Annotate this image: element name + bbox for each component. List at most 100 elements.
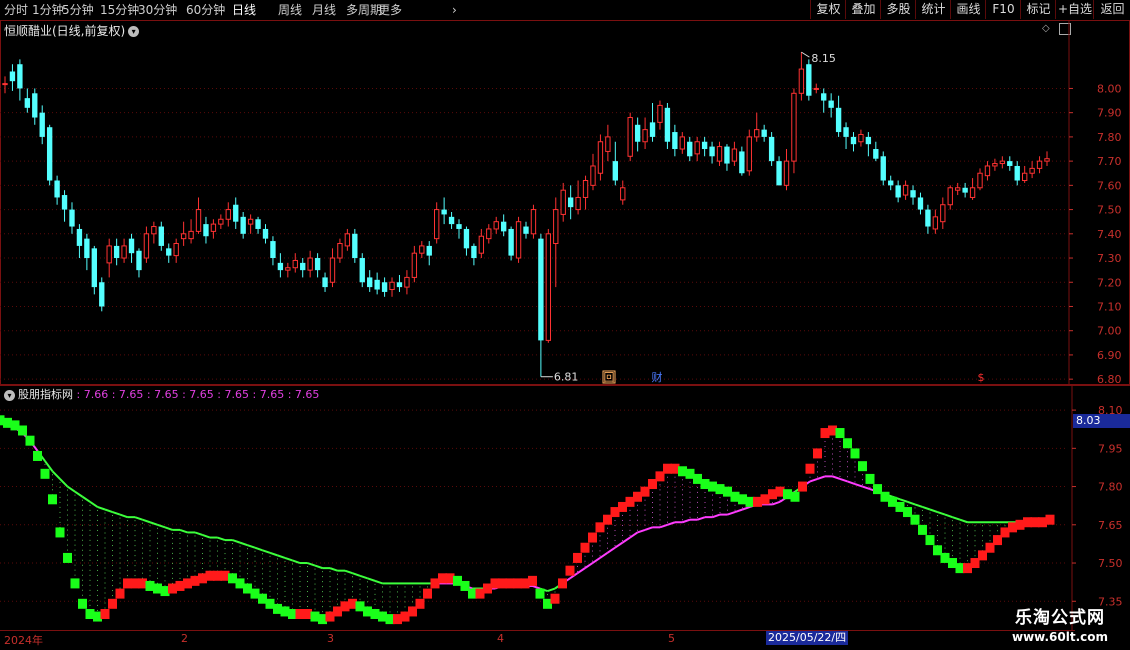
fill-dot <box>314 598 316 600</box>
candle-body <box>255 219 261 229</box>
fill-dot <box>82 574 83 576</box>
fast-line-block <box>423 588 432 599</box>
fill-dot <box>712 494 713 496</box>
watermark-title: 乐淘公式网 <box>1015 608 1105 628</box>
fill-dot <box>74 519 76 521</box>
candle-body <box>61 195 68 210</box>
candle-body <box>195 209 202 232</box>
fill-dot <box>937 515 938 517</box>
fill-dot <box>337 598 338 600</box>
fill-dot <box>644 509 646 511</box>
toolbar-item-6[interactable]: 日线 <box>232 1 256 19</box>
toolbar-button-1[interactable]: 叠加 <box>845 0 881 19</box>
fill-dot <box>682 509 683 511</box>
fill-dot <box>89 569 91 571</box>
fill-dot <box>179 567 181 569</box>
fill-dot <box>824 461 826 463</box>
fill-dot <box>982 525 983 527</box>
chevron-right-icon[interactable]: › <box>452 1 457 19</box>
toolbar-item-5[interactable]: 60分钟 <box>186 1 225 19</box>
fill-dot <box>164 550 166 552</box>
fill-dot <box>89 599 91 601</box>
fill-dot <box>179 557 181 559</box>
fill-dot <box>397 596 398 598</box>
fill-dot <box>329 576 331 578</box>
period-toolbar: 分时 1分钟 5分钟 15分钟 30分钟 60分钟 日线 周线 月线 多周期 更多 › 复权 叠加 多股 统计… <box>0 0 1130 21</box>
fill-dot <box>112 540 113 542</box>
fast-line-block <box>910 514 920 525</box>
toolbar-item-10[interactable]: 更多 <box>378 1 402 19</box>
fill-dot <box>337 573 338 575</box>
fill-dot <box>97 589 98 591</box>
fill-dot <box>404 601 406 603</box>
toolbar-item-3[interactable]: 15分钟 <box>100 1 139 19</box>
fill-dot <box>277 578 278 580</box>
toolbar-item-7[interactable]: 周线 <box>278 1 302 19</box>
candle-body <box>917 197 924 210</box>
fill-dot <box>389 606 391 608</box>
fill-dot <box>967 555 968 557</box>
toolbar-button-3[interactable]: 统计 <box>915 0 951 19</box>
fill-dot <box>337 583 338 585</box>
candle-body <box>448 216 455 225</box>
candle-body <box>307 257 313 271</box>
fill-dot <box>367 601 368 603</box>
toolbar-item-2[interactable]: 5分钟 <box>62 1 94 19</box>
toolbar-item-9[interactable]: 多周期 <box>346 1 382 19</box>
fill-dot <box>412 586 413 588</box>
toolbar-button-7[interactable]: +自选 <box>1055 0 1094 19</box>
fill-dot <box>112 525 113 527</box>
fill-dot <box>112 515 113 517</box>
candlestick-chart[interactable]: 8.00 7.90 7.80 7.70 7.60 7.50 7.40 7.30 7.20 7.10… <box>0 20 1130 405</box>
fill-dot <box>307 586 308 588</box>
candle-body <box>143 233 150 259</box>
fill-dot <box>359 588 361 590</box>
fill-dot <box>989 535 991 537</box>
toolbar-item-0[interactable]: 分时 <box>4 1 28 19</box>
fill-dot <box>277 568 278 570</box>
fill-dot <box>839 476 841 478</box>
fill-dot <box>997 525 998 527</box>
fill-dot <box>157 532 158 534</box>
fast-line-block <box>40 468 50 479</box>
fill-dot <box>209 560 211 562</box>
fill-dot <box>367 581 368 583</box>
candle-body <box>716 146 723 162</box>
fill-dot <box>637 524 638 526</box>
fill-dot <box>592 545 593 547</box>
fill-dot <box>959 547 961 549</box>
current-price-tag: 8.03 <box>1073 414 1130 428</box>
fill-dot <box>269 595 271 597</box>
candle-body <box>486 228 492 240</box>
fill-dot <box>67 489 68 491</box>
fill-dot <box>112 550 113 552</box>
fill-dot <box>944 517 946 519</box>
candle-body <box>121 245 127 259</box>
fill-dot <box>314 603 316 605</box>
fill-dot <box>119 567 121 569</box>
toolbar-button-5[interactable]: F10 <box>985 0 1021 19</box>
indicator-chart[interactable]: 8.107.957.807.657.507.35 <box>0 385 1130 630</box>
fill-dot <box>974 555 976 557</box>
fill-dot <box>104 567 106 569</box>
slow-line-segment <box>599 552 609 559</box>
fill-dot <box>622 519 623 521</box>
toolbar-button-2[interactable]: 多股 <box>880 0 916 19</box>
fill-dot <box>262 588 263 590</box>
fill-dot <box>682 519 683 521</box>
toolbar-button-8[interactable]: 返回 <box>1093 0 1130 19</box>
toolbar-item-4[interactable]: 30分钟 <box>138 1 177 19</box>
fill-dot <box>352 576 353 578</box>
fill-dot <box>959 527 961 529</box>
toolbar-item-8[interactable]: 月线 <box>312 1 336 19</box>
fill-dot <box>914 512 916 514</box>
event-marker-label: $ <box>978 371 985 384</box>
fill-dot <box>74 544 76 546</box>
toolbar-button-0[interactable]: 复权 <box>810 0 846 19</box>
toolbar-button-4[interactable]: 画线 <box>950 0 986 19</box>
candle-body <box>649 122 656 137</box>
candle-body <box>225 209 231 220</box>
toolbar-button-6[interactable]: 标记 <box>1020 0 1056 19</box>
toolbar-item-1[interactable]: 1分钟 <box>32 1 64 19</box>
fill-dot <box>239 555 241 557</box>
